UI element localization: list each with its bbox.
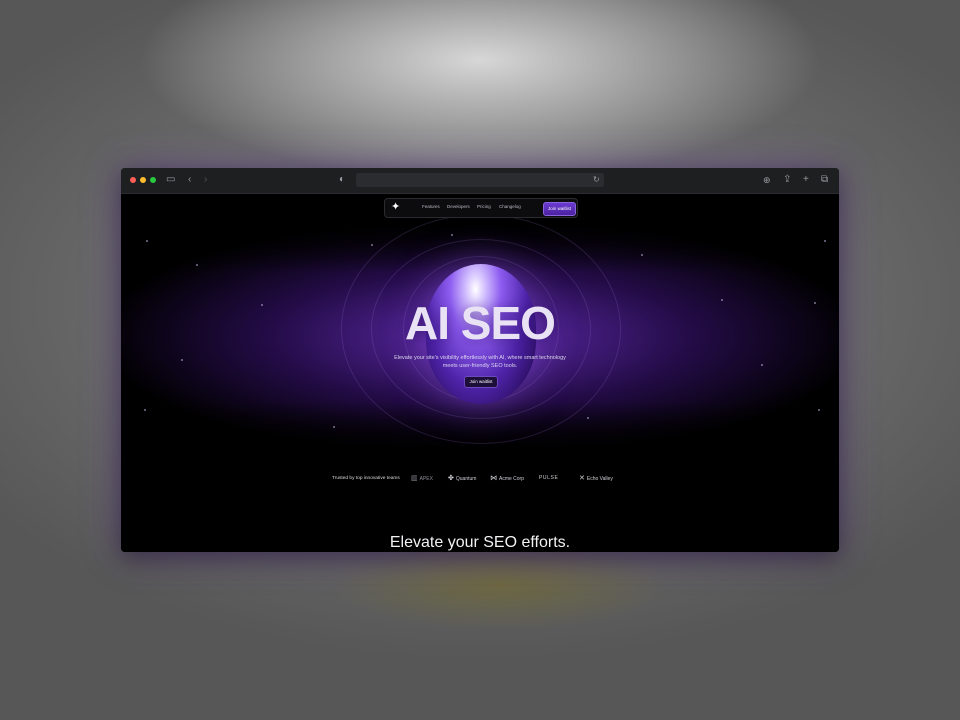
minimize-window-button[interactable] bbox=[140, 177, 146, 183]
brand-quantum: ✤ Quantum bbox=[448, 474, 476, 484]
browser-toolbar: ▭ ‹ › ◐ ↻ ⊕ ⇪ + ⧉ bbox=[121, 168, 839, 194]
nav-link-changelog[interactable]: Changelog bbox=[499, 204, 521, 210]
section-title: Elevate your SEO efforts. bbox=[389, 534, 571, 551]
star-dot bbox=[144, 409, 146, 411]
web-page: ✦ Features Developers Pricing Changelog … bbox=[121, 194, 839, 552]
top-navbar: ✦ Features Developers Pricing Changelog … bbox=[384, 198, 578, 218]
share-icon[interactable]: ⇪ bbox=[783, 174, 791, 186]
star-dot bbox=[371, 244, 373, 246]
back-icon[interactable]: ‹ bbox=[188, 174, 191, 186]
star-dot bbox=[641, 254, 643, 256]
new-tab-icon[interactable]: + bbox=[803, 174, 809, 186]
star-dot bbox=[181, 359, 183, 361]
reload-icon[interactable]: ↻ bbox=[593, 174, 600, 186]
brand-name: Quantum bbox=[455, 475, 477, 482]
brand-acme-corp: ⋈ Acme Corp bbox=[490, 474, 524, 484]
sidebar-icon[interactable]: ▭ bbox=[166, 174, 175, 186]
brand-pulse: PULSE bbox=[539, 474, 558, 483]
brand-echo-valley: ✕ Echo Valley bbox=[579, 474, 613, 484]
logo-sparkle-icon[interactable]: ✦ bbox=[391, 201, 400, 214]
address-bar[interactable] bbox=[356, 173, 604, 187]
forward-icon[interactable]: › bbox=[204, 174, 207, 186]
brand-apex: ▥ APEX bbox=[411, 474, 433, 484]
tab-overview-icon[interactable]: ⧉ bbox=[821, 174, 828, 186]
nav-link-pricing[interactable]: Pricing bbox=[477, 204, 491, 210]
star-dot bbox=[451, 234, 453, 236]
download-icon[interactable]: ⊕ bbox=[763, 174, 771, 186]
nav-link-developers[interactable]: Developers bbox=[447, 204, 470, 210]
brand-name: PULSE bbox=[539, 475, 559, 481]
hero-subtitle: Elevate your site's visibility effortles… bbox=[394, 355, 566, 369]
join-waitlist-hero-button[interactable]: Join waitlist bbox=[464, 376, 498, 388]
star-dot bbox=[196, 264, 198, 266]
privacy-shield-icon[interactable]: ◐ bbox=[339, 174, 345, 186]
trusted-by-label: Trusted by top innovative teams bbox=[332, 476, 400, 481]
star-dot bbox=[824, 240, 826, 242]
echo-valley-logo-icon: ✕ bbox=[579, 475, 585, 482]
brand-name: Echo Valley bbox=[586, 475, 613, 482]
star-dot bbox=[146, 240, 148, 242]
star-dot bbox=[818, 409, 820, 411]
brand-name: APEX bbox=[419, 475, 433, 482]
browser-window: ▭ ‹ › ◐ ↻ ⊕ ⇪ + ⧉ ✦ Features Developers … bbox=[121, 168, 839, 552]
close-window-button[interactable] bbox=[130, 177, 136, 183]
join-waitlist-nav-button[interactable]: Join waitlist bbox=[543, 202, 576, 216]
acme-logo-icon: ⋈ bbox=[490, 475, 497, 482]
star-dot bbox=[587, 417, 589, 419]
star-dot bbox=[761, 364, 763, 366]
star-dot bbox=[333, 426, 335, 428]
hero-title: AI SEO bbox=[405, 297, 556, 349]
zoom-window-button[interactable] bbox=[150, 177, 156, 183]
nav-link-features[interactable]: Features bbox=[422, 204, 440, 210]
brand-name: Acme Corp bbox=[499, 475, 525, 482]
apex-logo-icon: ▥ bbox=[411, 475, 418, 482]
quantum-logo-icon: ✤ bbox=[448, 475, 454, 482]
backdrop-glow bbox=[330, 540, 670, 630]
